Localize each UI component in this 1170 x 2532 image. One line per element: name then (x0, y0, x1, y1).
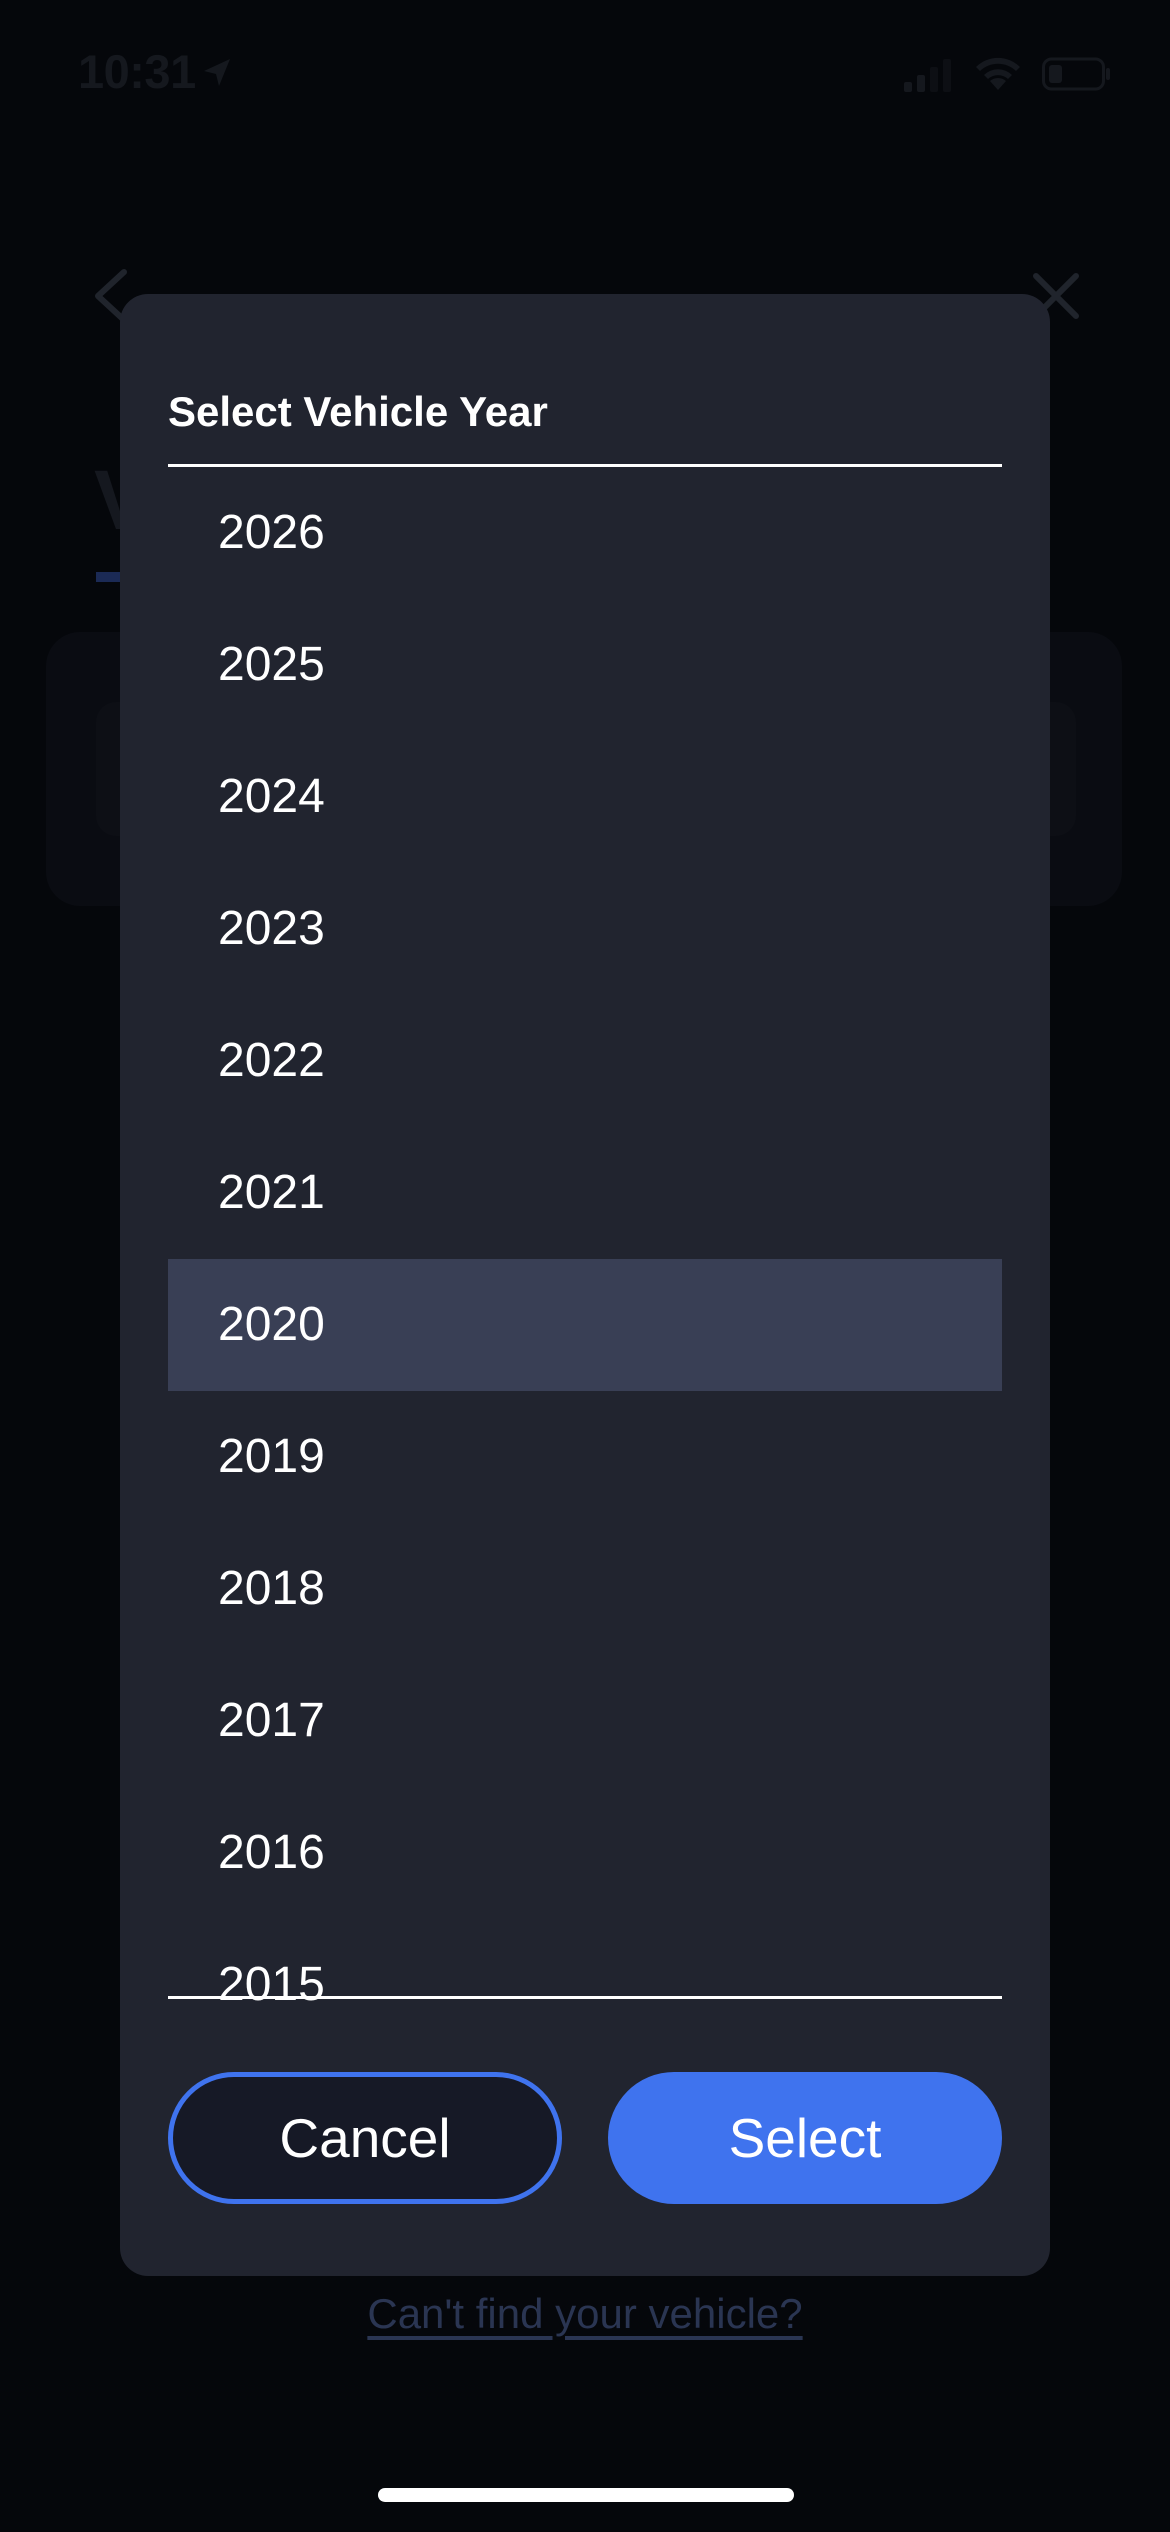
year-option[interactable]: 2017 (168, 1655, 1002, 1787)
wifi-icon (976, 57, 1020, 90)
modal-title: Select Vehicle Year (168, 388, 548, 435)
year-option[interactable]: 2018 (168, 1523, 1002, 1655)
vehicle-year-picker-modal: Select Vehicle Year 2026 2025 2024 2023 2022… (120, 294, 1050, 2276)
year-option[interactable]: 2025 (168, 599, 1002, 731)
list-bottom-divider (168, 1996, 1002, 1999)
home-indicator (378, 2488, 794, 2502)
year-option[interactable]: 2021 (168, 1127, 1002, 1259)
year-option[interactable]: 2024 (168, 731, 1002, 863)
year-option-selected[interactable]: 2020 (168, 1259, 1002, 1391)
cellular-signal-icon (904, 59, 951, 92)
status-bar: 10:31 (0, 0, 1170, 150)
screen: 10:31 V Can't find your vehicle? (0, 0, 1170, 2532)
cant-find-vehicle-link[interactable]: Can't find your vehicle? (0, 2290, 1170, 2338)
status-time: 10:31 (78, 45, 196, 98)
year-option[interactable]: 2016 (168, 1787, 1002, 1919)
year-option[interactable]: 2015 (168, 1919, 1002, 2051)
cancel-button[interactable]: Cancel (168, 2072, 562, 2204)
location-arrow-icon (204, 59, 230, 86)
battery-icon (1042, 57, 1110, 91)
select-button[interactable]: Select (608, 2072, 1002, 2204)
year-option[interactable]: 2022 (168, 995, 1002, 1127)
year-option[interactable]: 2019 (168, 1391, 1002, 1523)
year-list[interactable]: 2026 2025 2024 2023 2022 2021 2020 2019 2018 2017… (168, 467, 1002, 2289)
year-option[interactable]: 2023 (168, 863, 1002, 995)
year-option[interactable]: 2026 (168, 467, 1002, 599)
